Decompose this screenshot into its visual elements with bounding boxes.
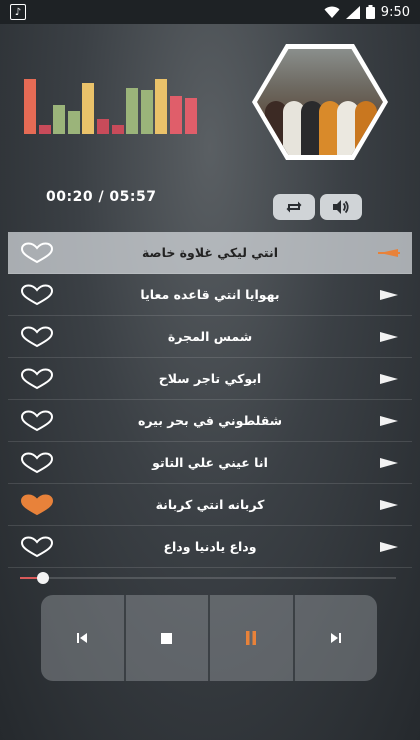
track-item[interactable]: انتي ليكي غلاوة خاصة [8, 232, 412, 274]
battery-icon [365, 5, 375, 19]
track-item[interactable]: شقلطوني في بحر بيره [8, 400, 412, 442]
track-list: انتي ليكي غلاوة خاصة بهوايا انتي قاعده مع… [8, 232, 412, 568]
track-title: انتي ليكي غلاوة خاصة [141, 245, 279, 260]
skip-previous-icon [77, 633, 88, 643]
seek-handle[interactable] [36, 572, 49, 584]
equalizer-visualizer [24, 74, 202, 134]
favorite-heart-icon[interactable] [20, 536, 54, 558]
track-title: كربانه انتي كربانة [155, 497, 265, 512]
equalizer-bar [38, 125, 51, 134]
track-title: شمس المجرة [167, 329, 253, 344]
equalizer-bar [126, 88, 139, 134]
equalizer-bar [53, 105, 66, 134]
track-item[interactable]: شمس المجرة [8, 316, 412, 358]
equalizer-bar [140, 90, 153, 134]
favorite-heart-icon[interactable] [20, 326, 54, 348]
track-item[interactable]: انا عيني علي التاتو [8, 442, 412, 484]
equalizer-bar [184, 98, 197, 134]
volume-icon [333, 200, 349, 214]
track-item[interactable]: وداع يادنيا وداع [8, 526, 412, 568]
volume-button[interactable] [320, 194, 362, 220]
album-art-image [257, 49, 383, 155]
seek-bar[interactable] [20, 571, 396, 585]
track-item[interactable]: كربانه انتي كربانة [8, 484, 412, 526]
track-title: انا عيني علي التاتو [152, 455, 268, 470]
stop-icon [161, 632, 173, 644]
seek-rail [20, 577, 396, 579]
repeat-button[interactable] [273, 194, 315, 220]
music-note-icon: ♪ [10, 4, 26, 20]
equalizer-bar [155, 79, 168, 134]
skip-next-icon [330, 633, 341, 643]
play-arrow-icon[interactable] [378, 498, 400, 512]
equalizer-bar [67, 111, 80, 134]
favorite-heart-icon[interactable] [20, 452, 54, 474]
equalizer-bar [82, 83, 95, 134]
wifi-icon [324, 6, 340, 18]
favorite-heart-icon[interactable] [20, 410, 54, 432]
status-bar: ♪ 9:50 [0, 0, 420, 24]
playback-time: 00:20 / 05:57 [46, 189, 157, 205]
track-item[interactable]: بهوايا انتي قاعده معايا [8, 274, 412, 316]
status-time: 9:50 [380, 4, 410, 20]
favorite-heart-icon[interactable] [20, 368, 54, 390]
track-item[interactable]: ابوكي تاجر سلاح [8, 358, 412, 400]
player-controls [41, 595, 377, 681]
track-title: ابوكي تاجر سلاح [158, 371, 262, 386]
play-arrow-icon[interactable] [378, 288, 400, 302]
play-arrow-icon[interactable] [378, 372, 400, 386]
album-cover [252, 44, 388, 160]
favorite-heart-icon[interactable] [20, 242, 54, 264]
play-arrow-icon[interactable] [378, 414, 400, 428]
play-arrow-icon[interactable] [378, 456, 400, 470]
equalizer-bar [170, 96, 182, 134]
pause-icon [246, 631, 257, 645]
pause-button[interactable] [210, 595, 295, 681]
track-title: وداع يادنيا وداع [163, 539, 257, 554]
cover-figure [355, 101, 377, 155]
next-button[interactable] [295, 595, 378, 681]
stop-button[interactable] [126, 595, 210, 681]
favorite-heart-icon[interactable] [20, 494, 54, 516]
repeat-icon [286, 201, 302, 213]
track-title: شقلطوني في بحر بيره [137, 413, 283, 428]
play-arrow-icon[interactable] [378, 246, 400, 260]
previous-button[interactable] [41, 595, 126, 681]
equalizer-bar [24, 79, 36, 134]
equalizer-bar [111, 125, 124, 134]
favorite-heart-icon[interactable] [20, 284, 54, 306]
equalizer-bar [97, 119, 109, 134]
signal-icon [345, 5, 360, 19]
play-arrow-icon[interactable] [378, 540, 400, 554]
play-arrow-icon[interactable] [378, 330, 400, 344]
track-title: بهوايا انتي قاعده معايا [140, 287, 280, 302]
